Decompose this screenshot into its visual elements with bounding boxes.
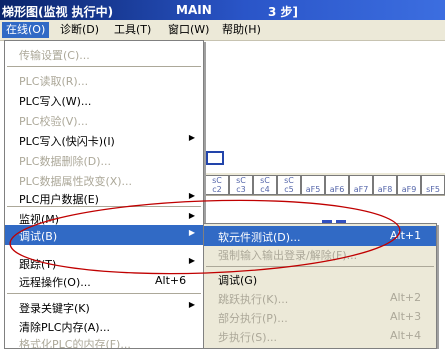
window-title: 梯形图(监视 执行中): [2, 5, 114, 19]
title-bar: 梯形图(监视 执行中) MAIN 3 步]: [0, 0, 445, 20]
menu-online[interactable]: 在线(O): [2, 22, 50, 38]
submenu-arrow-icon: ▶: [188, 133, 195, 142]
fkey-button[interactable]: aF7: [349, 175, 373, 195]
online-menu-dropdown: 传输设置(C)... PLC读取(R)... PLC写入(W)... PLC校验…: [4, 40, 204, 349]
menu-item-plc-verify[interactable]: PLC校验(V)...: [5, 110, 203, 130]
menu-help[interactable]: 帮助(H): [218, 22, 265, 38]
menu-separator: [7, 293, 201, 294]
menu-item-plc-data-attr[interactable]: PLC数据属性改变(X)...: [5, 170, 203, 190]
menu-item-plc-data-delete[interactable]: PLC数据删除(D)...: [5, 150, 203, 170]
menu-item-plc-write[interactable]: PLC写入(W)...: [5, 90, 203, 110]
submenu-arrow-icon: ▶: [188, 256, 195, 265]
submenu-arrow-icon: ▶: [188, 300, 195, 309]
menu-separator: [206, 266, 434, 267]
menu-item-trace[interactable]: 跟踪(T) ▶: [5, 253, 203, 273]
fkey-button[interactable]: sF5: [421, 175, 445, 195]
menu-separator: [7, 66, 201, 67]
function-key-toolbar: sC c2 sC c3 sC c4 sC c5 aF5 aF6 aF7 aF8 aF9 …: [203, 172, 445, 196]
fkey-button[interactable]: aF8: [373, 175, 397, 195]
submenu-arrow-icon: ▶: [188, 191, 195, 200]
fkey-button[interactable]: sC c3: [229, 175, 253, 195]
fkey-button[interactable]: aF9: [397, 175, 421, 195]
submenu-arrow-icon: ▶: [188, 211, 195, 220]
step-count: 3 步]: [268, 5, 299, 19]
menu-bar: 在线(O) 诊断(D) 工具(T) 窗口(W) 帮助(H): [0, 20, 445, 41]
menu-separator: [7, 206, 201, 207]
submenu-item-partial-execution[interactable]: 部分执行(P)... Alt+3: [204, 307, 436, 327]
menu-tools[interactable]: 工具(T): [110, 22, 155, 38]
menu-item-plc-write-flash[interactable]: PLC写入(快闪卡)(I) ▶: [5, 130, 203, 150]
submenu-item-force-io[interactable]: 强制输入输出登录/解除(F)...: [204, 244, 436, 264]
submenu-arrow-icon: ▶: [188, 228, 195, 237]
menu-item-register-keyword[interactable]: 登录关键字(K) ▶: [5, 297, 203, 317]
menu-item-remote-operation[interactable]: 远程操作(O)... Alt+6: [5, 271, 203, 291]
submenu-item-device-test[interactable]: 软元件测试(D)... Alt+1: [204, 226, 436, 246]
menu-item-transfer-setup[interactable]: 传输设置(C)...: [5, 44, 203, 64]
menu-item-debug[interactable]: 调试(B) ▶: [5, 225, 203, 245]
fkey-button[interactable]: sC c2: [205, 175, 229, 195]
toolbar-button-fragment[interactable]: [206, 151, 224, 165]
menu-item-plc-read[interactable]: PLC读取(R)...: [5, 70, 203, 90]
submenu-item-debug[interactable]: 调试(G): [204, 269, 436, 289]
fkey-button[interactable]: aF5: [301, 175, 325, 195]
menu-item-plc-user-data[interactable]: PLC用户数据(E) ▶: [5, 188, 203, 208]
fkey-button[interactable]: aF6: [325, 175, 349, 195]
menu-window[interactable]: 窗口(W): [164, 22, 213, 38]
submenu-item-step-execution[interactable]: 步执行(S)... Alt+4: [204, 326, 436, 346]
debug-submenu: 软元件测试(D)... Alt+1 强制输入输出登录/解除(F)... 调试(G…: [203, 223, 437, 349]
program-name: MAIN: [176, 3, 212, 17]
fkey-button[interactable]: sC c5: [277, 175, 301, 195]
submenu-item-skip-execution[interactable]: 跳跃执行(K)... Alt+2: [204, 288, 436, 308]
menu-diagnosis[interactable]: 诊断(D): [56, 22, 103, 38]
fkey-button[interactable]: sC c4: [253, 175, 277, 195]
